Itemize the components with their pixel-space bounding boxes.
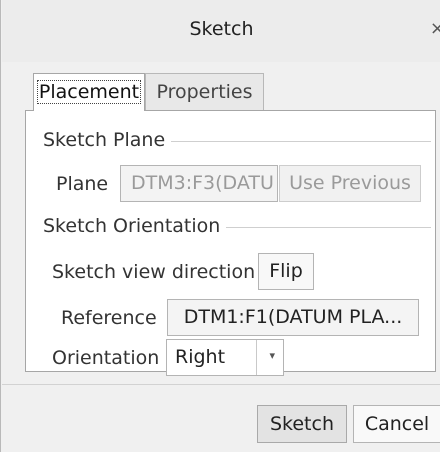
reference-field[interactable]: DTM1:F1(DATUM PLA...	[167, 299, 419, 336]
sketch-orientation-group-label: Sketch Orientation	[43, 215, 227, 237]
placement-panel: Sketch Plane Plane DTM3:F3(DATU Use Prev…	[25, 110, 436, 376]
close-icon[interactable]: ×	[430, 18, 440, 39]
footer-divider	[2, 384, 440, 385]
tab-placement[interactable]: Placement	[33, 73, 145, 111]
use-previous-button[interactable]: Use Previous	[279, 165, 421, 202]
reference-label: Reference	[61, 307, 157, 329]
flip-button[interactable]: Flip	[258, 253, 314, 290]
title-bar[interactable]: Sketch ×	[2, 0, 440, 62]
plane-field[interactable]: DTM3:F3(DATU	[120, 165, 278, 202]
tab-properties-label: Properties	[156, 81, 253, 103]
plane-label: Plane	[56, 173, 109, 195]
sketch-orientation-divider	[226, 227, 431, 228]
orientation-select[interactable]: Right ▾	[166, 339, 284, 376]
sketch-plane-divider	[166, 141, 431, 142]
tab-placement-label: Placement	[36, 80, 142, 104]
chevron-down-icon[interactable]: ▾	[269, 349, 275, 362]
sketch-dialog: Sketch × Placement Properties Sketch Pla…	[0, 0, 440, 452]
orientation-select-value: Right	[175, 346, 226, 368]
sketch-button[interactable]: Sketch	[257, 405, 347, 443]
sketch-plane-group-label: Sketch Plane	[43, 129, 172, 151]
orientation-select-divider	[256, 340, 257, 375]
sketch-view-direction-label: Sketch view direction	[52, 261, 256, 283]
tab-properties[interactable]: Properties	[145, 73, 264, 111]
cancel-button[interactable]: Cancel	[353, 405, 440, 443]
orientation-label: Orientation	[52, 347, 160, 369]
dialog-title: Sketch	[189, 18, 254, 40]
